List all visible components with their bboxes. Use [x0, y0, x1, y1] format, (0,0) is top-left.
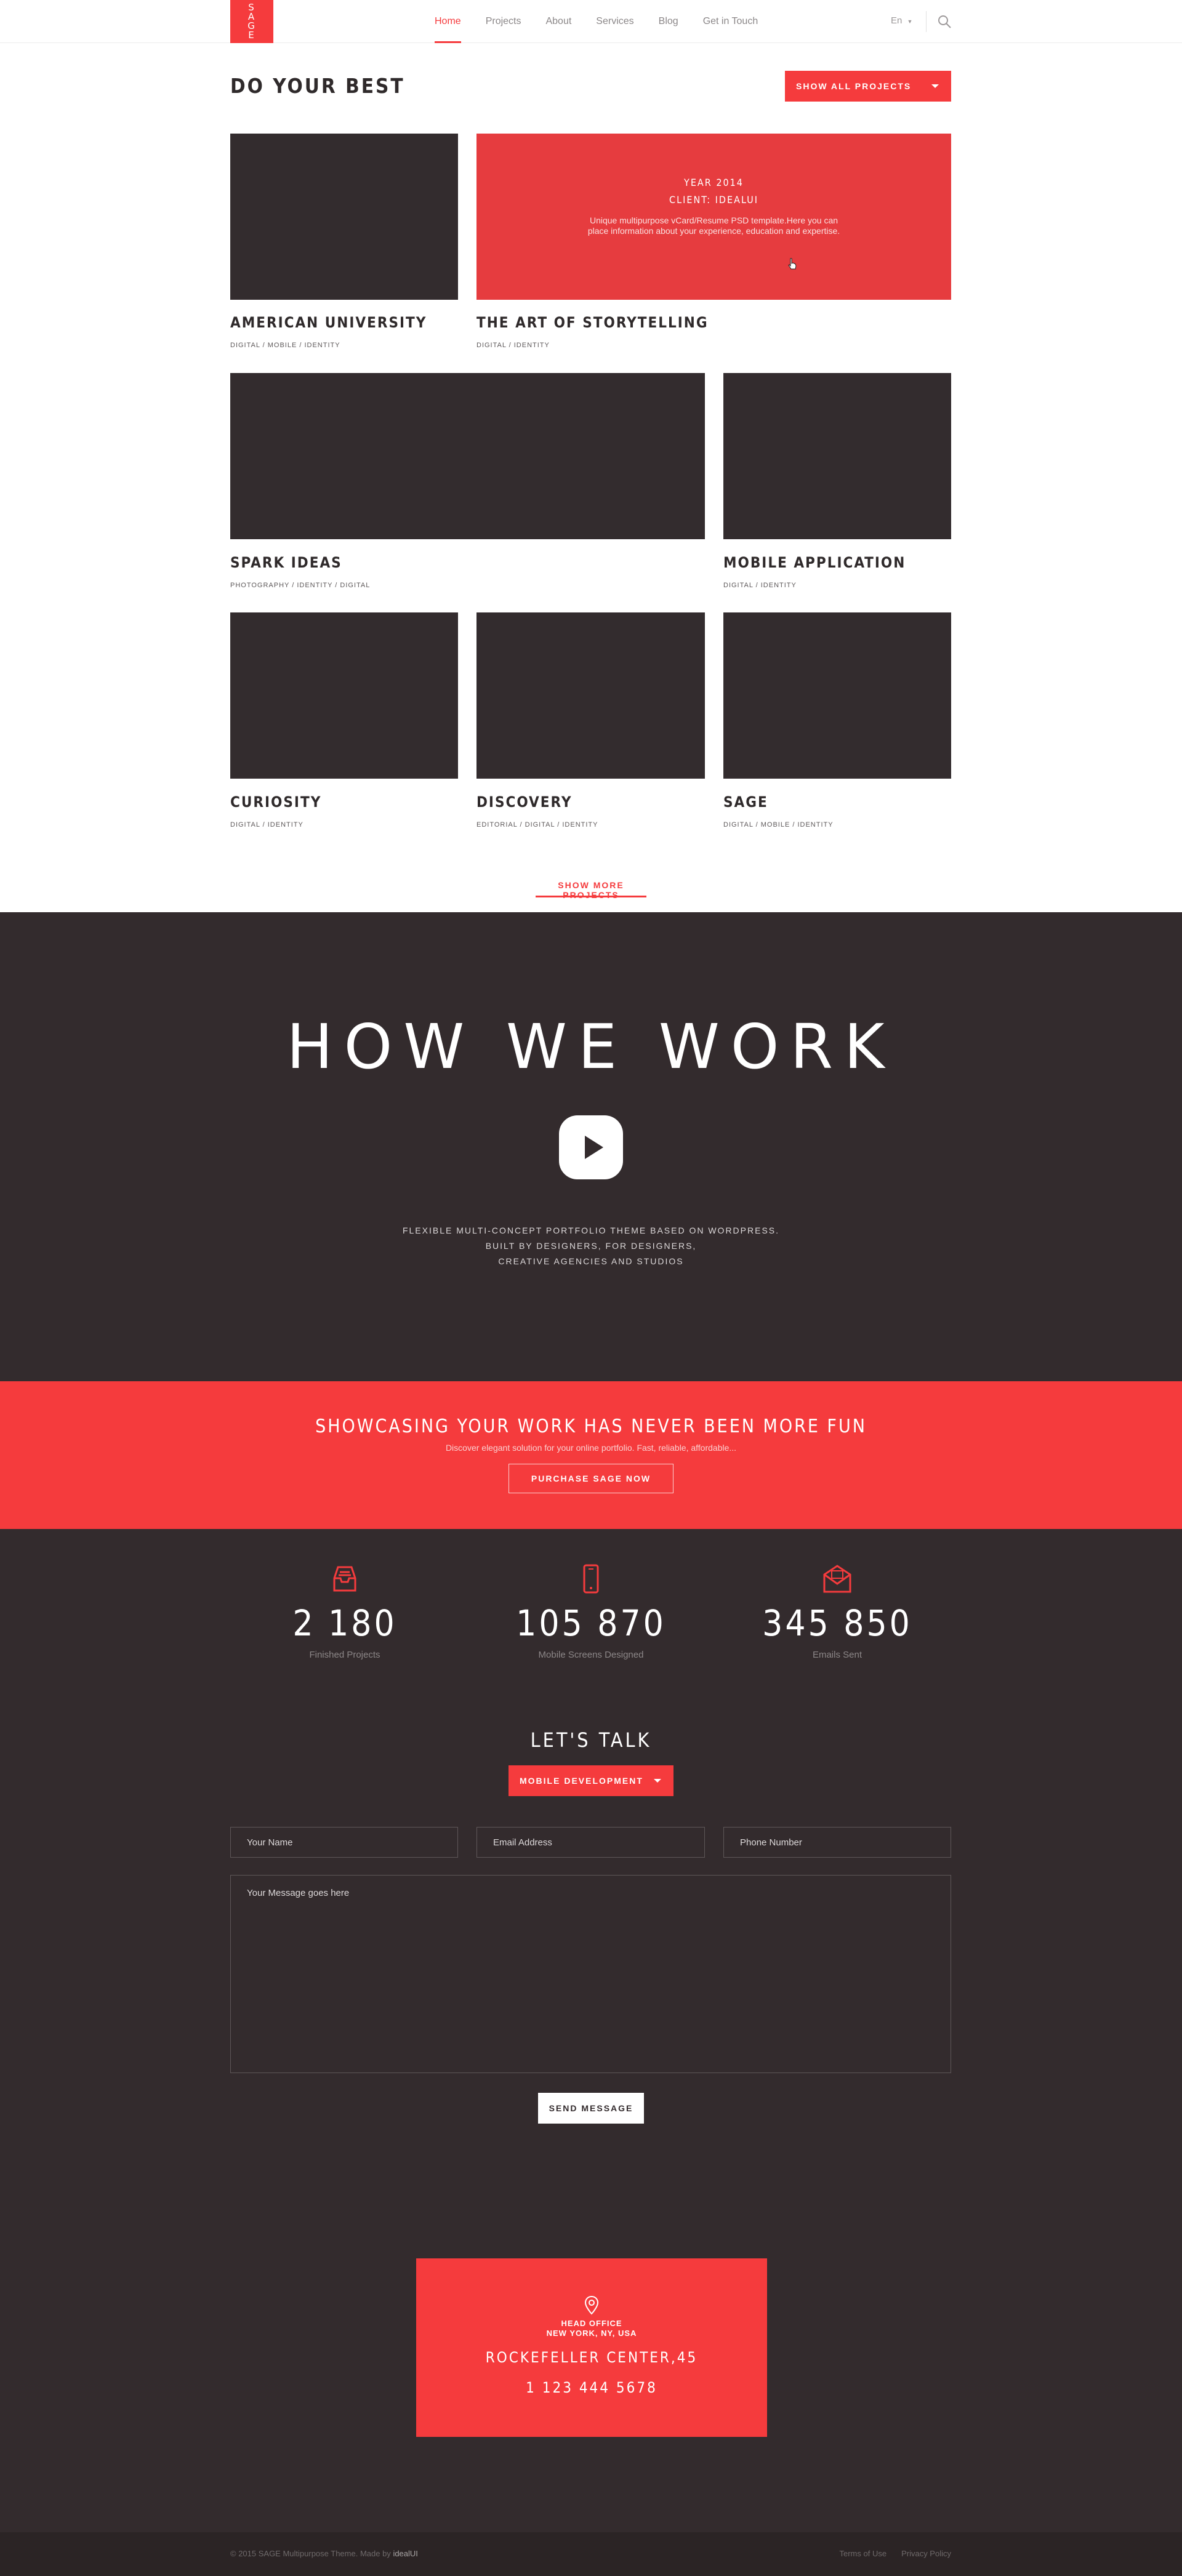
project-title[interactable]: SAGE [723, 793, 768, 811]
project-tags: DIGITAL / IDENTITY [230, 821, 304, 829]
language-selector[interactable]: En ▼ [891, 15, 912, 26]
send-message-button[interactable]: SEND MESSAGE [538, 2093, 644, 2124]
topic-select-value: MOBILE DEVELOPMENT [520, 1776, 643, 1786]
stat-item: 105 870 Mobile Screens Designed [499, 1563, 683, 1660]
footer-links: Terms of Use Privacy Policy [840, 2549, 952, 2558]
project-tags: EDITORIAL / DIGITAL / IDENTITY [476, 821, 598, 829]
overlay-client: CLIENT: IDEALUI [669, 194, 758, 206]
project-tags: DIGITAL / MOBILE / IDENTITY [723, 821, 834, 829]
terms-link[interactable]: Terms of Use [840, 2549, 887, 2558]
office-address: ROCKEFELLER CENTER,45 [485, 2349, 698, 2366]
stat-value: 345 850 [762, 1602, 912, 1644]
stat-value: 105 870 [516, 1602, 666, 1644]
phone-input[interactable]: Phone Number [723, 1827, 951, 1858]
nav-get-in-touch[interactable]: Get in Touch [703, 0, 758, 43]
nav-blog[interactable]: Blog [659, 0, 678, 43]
envelope-icon [823, 1565, 851, 1593]
message-textarea[interactable]: Your Message goes here [230, 1875, 951, 2073]
nav-home[interactable]: Home [435, 0, 461, 43]
privacy-link[interactable]: Privacy Policy [901, 2549, 951, 2558]
how-title: HOW WE WORK [286, 1011, 896, 1083]
project-title[interactable]: MOBILE APPLICATION [723, 554, 906, 571]
email-input[interactable]: Email Address [476, 1827, 705, 1858]
banner-title: SHOWCASING YOUR WORK HAS NEVER BEEN MORE… [315, 1416, 867, 1437]
banner-subtitle: Discover elegant solution for your onlin… [445, 1443, 737, 1453]
project-title[interactable]: AMERICAN UNIVERSITY [230, 314, 427, 331]
stats-contact-section: 2 180 Finished Projects 105 870 Mobile S… [0, 1529, 1182, 2532]
office-card: HEAD OFFICE NEW YORK, NY, USA ROCKEFELLE… [416, 2258, 767, 2437]
copyright: © 2015 SAGE Multipurpose Theme. Made by … [230, 2549, 418, 2558]
stat-item: 2 180 Finished Projects [252, 1563, 437, 1660]
stat-label: Mobile Screens Designed [538, 1650, 644, 1660]
show-all-projects-dropdown[interactable]: SHOW ALL PROJECTS [785, 71, 951, 102]
office-location: NEW YORK, NY, USA [546, 2329, 637, 2338]
language-label: En [891, 15, 903, 26]
overlay-description: Unique multipurpose vCard/Resume PSD tem… [587, 215, 840, 236]
stat-value: 2 180 [292, 1602, 397, 1644]
project-thumbnail[interactable] [723, 373, 951, 539]
project-tags: DIGITAL / IDENTITY [476, 342, 550, 349]
chevron-down-icon: ▼ [907, 18, 913, 25]
site-logo[interactable]: S A G E [230, 0, 273, 43]
site-footer: © 2015 SAGE Multipurpose Theme. Made by … [0, 2532, 1182, 2576]
section-title: DO YOUR BEST [230, 74, 405, 98]
office-label: HEAD OFFICE [561, 2319, 622, 2328]
topic-select[interactable]: MOBILE DEVELOPMENT [509, 1765, 673, 1796]
purchase-button[interactable]: PURCHASE SAGE NOW [509, 1464, 673, 1493]
caret-down-icon [931, 84, 939, 88]
project-thumbnail[interactable] [230, 134, 458, 300]
search-icon[interactable] [937, 14, 952, 29]
project-hover-overlay[interactable]: YEAR 2014 CLIENT: IDEALUI Unique multipu… [476, 134, 951, 300]
how-line: CREATIVE AGENCIES AND STUDIOS [498, 1256, 684, 1266]
project-tags: PHOTOGRAPHY / IDENTITY / DIGITAL [230, 582, 371, 589]
show-more-underline [536, 896, 646, 897]
play-icon [585, 1136, 603, 1159]
play-video-button[interactable] [559, 1115, 623, 1179]
author-link[interactable]: idealUI [393, 2549, 417, 2558]
logo-letter: E [248, 30, 255, 41]
contact-title: LET'S TALK [530, 1728, 652, 1752]
how-line: BUILT BY DESIGNERS, FOR DESIGNERS, [485, 1241, 697, 1251]
promo-banner: SHOWCASING YOUR WORK HAS NEVER BEEN MORE… [0, 1381, 1182, 1529]
main-nav: Home Projects About Services Blog Get in… [435, 0, 782, 43]
project-thumbnail[interactable] [723, 612, 951, 779]
project-thumbnail[interactable] [230, 612, 458, 779]
nav-projects[interactable]: Projects [486, 0, 521, 43]
project-title[interactable]: SPARK IDEAS [230, 554, 342, 571]
name-input[interactable]: Your Name [230, 1827, 458, 1858]
hand-cursor-icon [788, 258, 797, 270]
office-phone: 1 123 444 5678 [526, 2379, 657, 2396]
project-thumbnail[interactable] [230, 373, 705, 539]
project-tags: DIGITAL / MOBILE / IDENTITY [230, 342, 340, 349]
caret-down-icon [654, 1779, 661, 1783]
project-tags: DIGITAL / IDENTITY [723, 582, 797, 589]
stat-label: Emails Sent [812, 1650, 862, 1660]
how-we-work-section: HOW WE WORK FLEXIBLE MULTI-CONCEPT PORTF… [0, 912, 1182, 1381]
overlay-year: YEAR 2014 [684, 177, 744, 188]
how-line: FLEXIBLE MULTI-CONCEPT PORTFOLIO THEME B… [402, 1226, 780, 1235]
nav-services[interactable]: Services [596, 0, 633, 43]
copyright-text: © 2015 SAGE Multipurpose Theme. Made by [230, 2549, 391, 2558]
nav-about[interactable]: About [545, 0, 571, 43]
map-pin-icon [584, 2295, 599, 2315]
project-title[interactable]: DISCOVERY [476, 793, 572, 811]
inbox-icon [333, 1566, 356, 1592]
mobile-icon [583, 1564, 599, 1594]
site-header: S A G E Home Projects About Services Blo… [0, 0, 1182, 43]
stat-item: 345 850 Emails Sent [745, 1563, 930, 1660]
header-divider [926, 11, 927, 32]
stat-label: Finished Projects [309, 1650, 380, 1660]
project-thumbnail[interactable] [476, 612, 705, 779]
project-title[interactable]: CURIOSITY [230, 793, 321, 811]
project-title[interactable]: THE ART OF STORYTELLING [476, 314, 709, 331]
show-all-label: SHOW ALL PROJECTS [796, 81, 912, 91]
how-description: FLEXIBLE MULTI-CONCEPT PORTFOLIO THEME B… [0, 1223, 1182, 1269]
